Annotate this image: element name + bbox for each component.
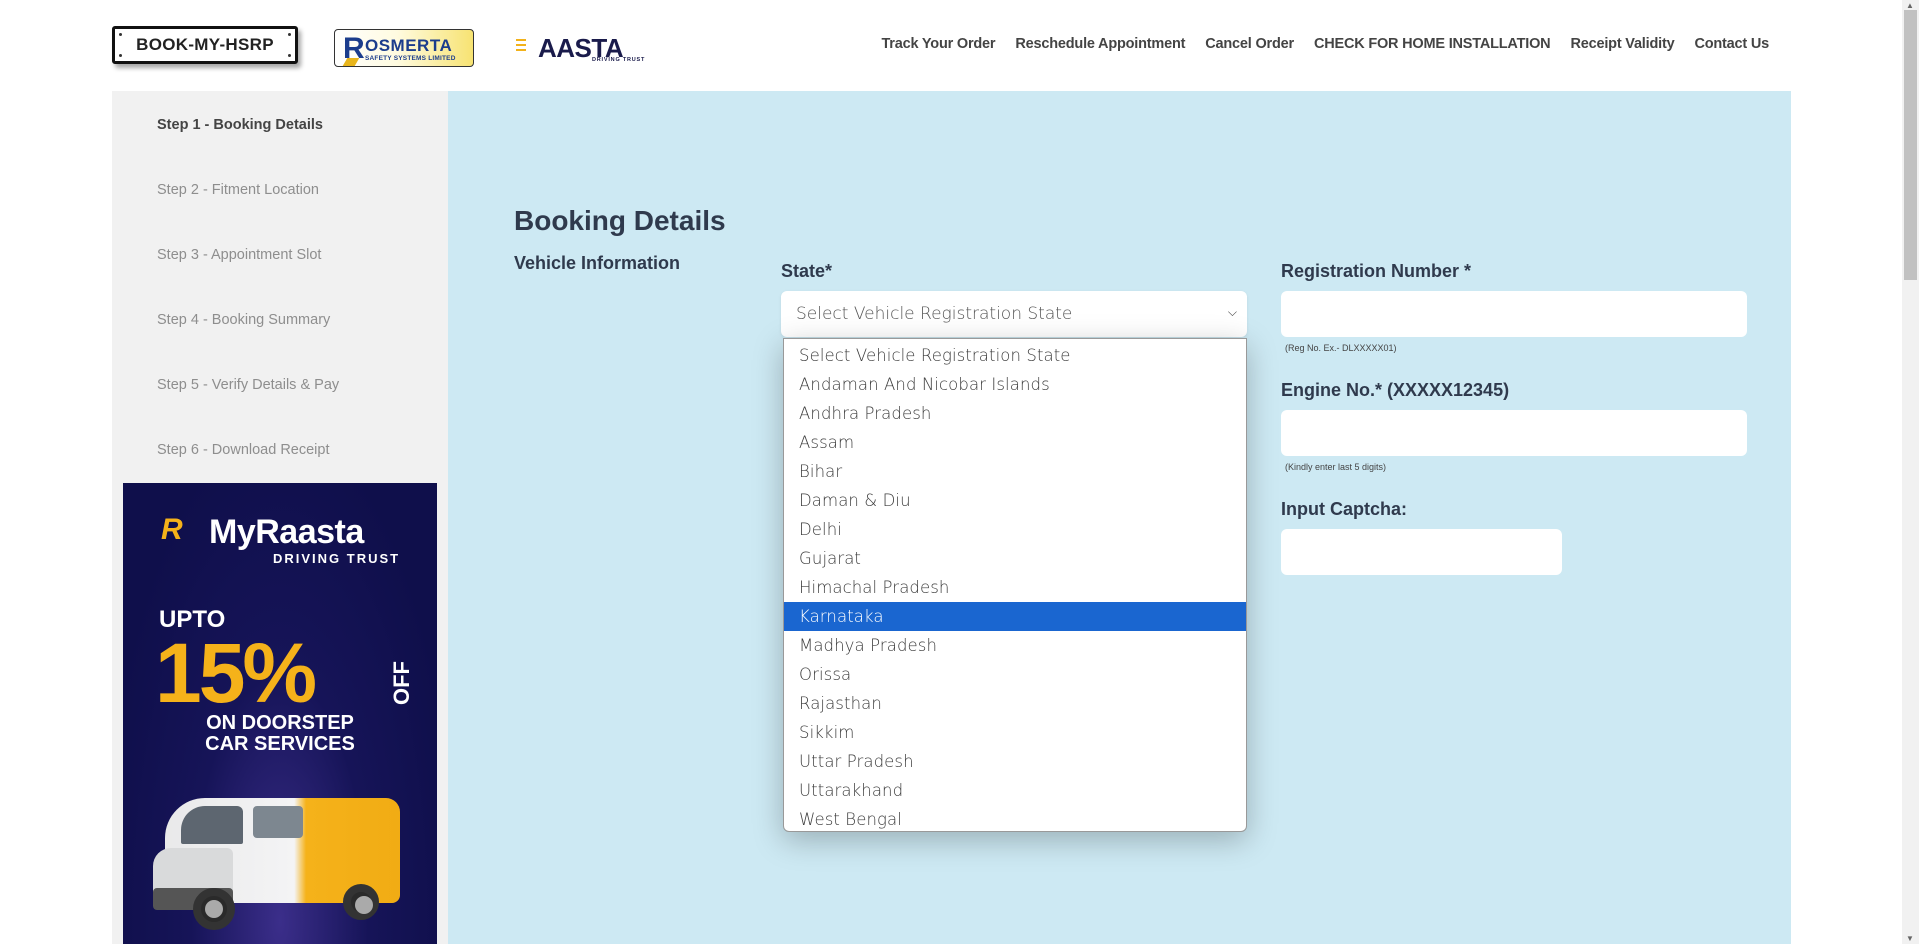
raasta-logo-tag: DRIVING TRUST bbox=[592, 57, 646, 63]
step-5-verify-pay[interactable]: Step 5 - Verify Details & Pay bbox=[157, 376, 339, 441]
state-select[interactable]: Select Vehicle Registration State ⌵ bbox=[781, 291, 1247, 337]
state-option-highlighted[interactable]: Karnataka bbox=[784, 602, 1246, 631]
nav-track-order[interactable]: Track Your Order bbox=[881, 36, 995, 52]
state-option[interactable]: Select Vehicle Registration State bbox=[784, 341, 1246, 370]
engine-number-label: Engine No.* (XXXXX12345) bbox=[1281, 380, 1510, 400]
speed-lines-icon bbox=[516, 39, 526, 54]
nav-reschedule-appointment[interactable]: Reschedule Appointment bbox=[1015, 36, 1185, 52]
state-dropdown-list[interactable]: Select Vehicle Registration State Andama… bbox=[783, 338, 1247, 832]
ad-off: OFF bbox=[389, 661, 414, 705]
state-option[interactable]: Rajasthan bbox=[784, 689, 1246, 718]
state-option[interactable]: Madhya Pradesh bbox=[784, 631, 1246, 660]
step-4-booking-summary[interactable]: Step 4 - Booking Summary bbox=[157, 311, 339, 376]
state-option[interactable]: Gujarat bbox=[784, 544, 1246, 573]
rosmerta-logo-letter: R bbox=[343, 32, 365, 65]
state-option[interactable]: Delhi bbox=[784, 515, 1246, 544]
state-option[interactable]: Uttar Pradesh bbox=[784, 747, 1246, 776]
state-option[interactable]: Sikkim bbox=[784, 718, 1246, 747]
step-2-fitment-location[interactable]: Step 2 - Fitment Location bbox=[157, 181, 339, 246]
state-option[interactable]: Bihar bbox=[784, 457, 1246, 486]
plate-dot bbox=[288, 54, 291, 57]
state-label: State* bbox=[781, 261, 833, 281]
page: BOOK-MY-HSRP R OSMERTA SAFETY SYSTEMS LI… bbox=[0, 0, 1919, 944]
ad-percent: 15% bbox=[155, 626, 317, 720]
chevron-down-icon: ⌵ bbox=[1227, 305, 1237, 319]
step-3-appointment-slot[interactable]: Step 3 - Appointment Slot bbox=[157, 246, 339, 311]
plate-dot bbox=[288, 33, 291, 36]
plate-dot bbox=[119, 54, 122, 57]
rosmerta-logo[interactable]: R OSMERTA SAFETY SYSTEMS LIMITED bbox=[334, 29, 474, 67]
registration-number-hint: (Reg No. Ex.- DLXXXXX01) bbox=[1285, 343, 1397, 353]
top-nav: Track Your Order Reschedule Appointment … bbox=[881, 36, 1769, 52]
captcha-label: Input Captcha: bbox=[1281, 499, 1407, 519]
nav-receipt-validity[interactable]: Receipt Validity bbox=[1570, 36, 1674, 52]
plate-dot bbox=[119, 33, 122, 36]
captcha-input[interactable] bbox=[1281, 529, 1562, 575]
site-header: BOOK-MY-HSRP R OSMERTA SAFETY SYSTEMS LI… bbox=[0, 0, 1902, 91]
state-option[interactable]: Orissa bbox=[784, 660, 1246, 689]
myraasta-logo-icon: R bbox=[161, 513, 183, 546]
scrollbar-thumb[interactable] bbox=[1904, 10, 1917, 280]
nav-contact-us[interactable]: Contact Us bbox=[1694, 36, 1769, 52]
scroll-up-icon[interactable]: ▲ bbox=[1906, 1, 1914, 10]
section-vehicle-information: Vehicle Information bbox=[514, 253, 681, 273]
ad-line-1: ON DOORSTEP bbox=[206, 712, 354, 734]
engine-number-input[interactable] bbox=[1281, 410, 1747, 456]
scroll-down-icon[interactable]: ▼ bbox=[1906, 934, 1914, 943]
state-option[interactable]: Andhra Pradesh bbox=[784, 399, 1246, 428]
myraasta-brand-tag: DRIVING TRUST bbox=[273, 551, 401, 566]
engine-number-hint: (Kindly enter last 5 digits) bbox=[1285, 462, 1387, 472]
ad-doorstep-text: ON DOORSTEP CAR SERVICES bbox=[123, 713, 437, 755]
raasta-logo[interactable]: AASTA DRIVING TRUST bbox=[516, 33, 656, 65]
rosmerta-logo-name: OSMERTA bbox=[365, 36, 453, 55]
rosmerta-logo-sub: SAFETY SYSTEMS LIMITED bbox=[365, 55, 456, 62]
step-list: Step 1 - Booking Details Step 2 - Fitmen… bbox=[157, 116, 339, 506]
myraasta-brand-name: MyRaasta bbox=[209, 513, 364, 551]
hsrp-logo-text: BOOK-MY-HSRP bbox=[136, 35, 274, 54]
myraasta-ad-banner[interactable]: R MyRaasta DRIVING TRUST UPTO 15% OFF ON… bbox=[123, 483, 437, 944]
state-option[interactable]: Uttarakhand bbox=[784, 776, 1246, 805]
state-option[interactable]: Assam bbox=[784, 428, 1246, 457]
service-van-image bbox=[153, 788, 413, 938]
nav-cancel-order[interactable]: Cancel Order bbox=[1205, 36, 1294, 52]
book-my-hsrp-logo[interactable]: BOOK-MY-HSRP bbox=[112, 26, 298, 64]
registration-number-input[interactable] bbox=[1281, 291, 1747, 337]
steps-sidebar: Step 1 - Booking Details Step 2 - Fitmen… bbox=[112, 91, 448, 944]
page-scrollbar[interactable]: ▲ ▼ bbox=[1902, 0, 1919, 944]
nav-home-installation[interactable]: CHECK FOR HOME INSTALLATION bbox=[1314, 36, 1551, 52]
step-1-booking-details[interactable]: Step 1 - Booking Details bbox=[157, 116, 339, 181]
state-option[interactable]: West Bengal bbox=[784, 805, 1246, 834]
state-select-value: Select Vehicle Registration State bbox=[796, 304, 1073, 324]
state-option[interactable]: Andaman And Nicobar Islands bbox=[784, 370, 1246, 399]
registration-number-label: Registration Number * bbox=[1281, 261, 1472, 281]
state-option[interactable]: Himachal Pradesh bbox=[784, 573, 1246, 602]
state-option[interactable]: Daman & Diu bbox=[784, 486, 1246, 515]
ad-line-2: CAR SERVICES bbox=[205, 733, 355, 755]
page-title: Booking Details bbox=[514, 205, 726, 236]
